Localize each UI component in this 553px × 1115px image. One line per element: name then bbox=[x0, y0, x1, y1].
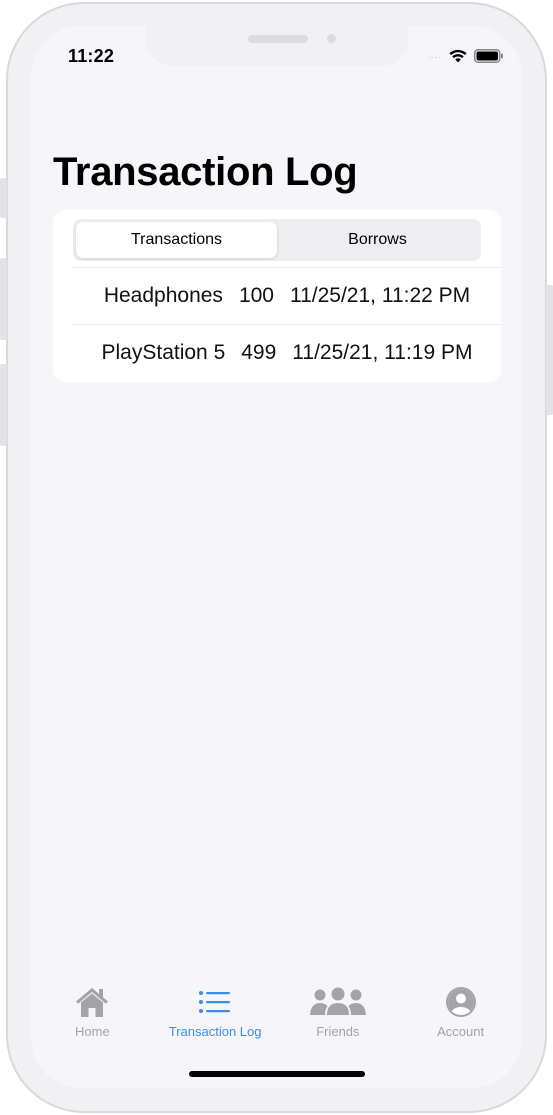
transaction-item: Headphones bbox=[103, 284, 223, 307]
tab-bar: Home Transaction Log Friends Account bbox=[31, 984, 522, 1044]
screen: 11:22 .... Transaction Log Transactions … bbox=[31, 26, 522, 1088]
transaction-amount: 100 bbox=[238, 284, 274, 307]
notch bbox=[146, 26, 408, 66]
tab-home[interactable]: Home bbox=[31, 984, 154, 1044]
transaction-datetime: 11/25/21, 11:22 PM bbox=[289, 284, 471, 307]
house-icon bbox=[76, 988, 109, 1017]
front-camera bbox=[327, 34, 336, 43]
transaction-datetime: 11/25/21, 11:19 PM bbox=[292, 341, 473, 364]
tab-friends[interactable]: Friends bbox=[277, 984, 400, 1044]
tab-label: Home bbox=[75, 1024, 110, 1039]
volume-up-button bbox=[0, 258, 7, 340]
transaction-row[interactable]: PlayStation 5 499 11/25/21, 11:19 PM bbox=[73, 324, 501, 381]
signal-dots: .... bbox=[426, 49, 442, 61]
power-button bbox=[546, 285, 553, 415]
home-indicator[interactable] bbox=[189, 1071, 365, 1077]
volume-down-button bbox=[0, 364, 7, 446]
battery-icon bbox=[474, 48, 503, 63]
transaction-row[interactable]: Headphones 100 11/25/21, 11:22 PM bbox=[73, 267, 501, 324]
status-indicators: .... bbox=[427, 48, 504, 63]
wifi-icon bbox=[449, 49, 467, 63]
status-time: 11:22 bbox=[68, 46, 115, 66]
person-circle-icon bbox=[445, 987, 476, 1017]
tab-label: Friends bbox=[316, 1024, 360, 1039]
tab-label: Account bbox=[437, 1024, 485, 1039]
segmented-control: Transactions Borrows bbox=[73, 219, 481, 261]
page-title: Transaction Log bbox=[53, 150, 358, 194]
tab-account[interactable]: Account bbox=[399, 984, 522, 1044]
transactions-card: Transactions Borrows Headphones 100 11/2… bbox=[53, 210, 501, 382]
segment-transactions[interactable]: Transactions bbox=[76, 222, 277, 258]
segment-borrows[interactable]: Borrows bbox=[277, 222, 478, 258]
speaker-grille bbox=[248, 35, 308, 43]
list-icon bbox=[199, 991, 231, 1013]
mute-switch bbox=[0, 178, 7, 218]
transaction-item: PlayStation 5 bbox=[101, 341, 226, 364]
transaction-amount: 499 bbox=[241, 341, 277, 364]
tab-label: Transaction Log bbox=[168, 1024, 262, 1039]
people-icon bbox=[309, 987, 366, 1015]
tab-transaction-log[interactable]: Transaction Log bbox=[154, 984, 277, 1044]
